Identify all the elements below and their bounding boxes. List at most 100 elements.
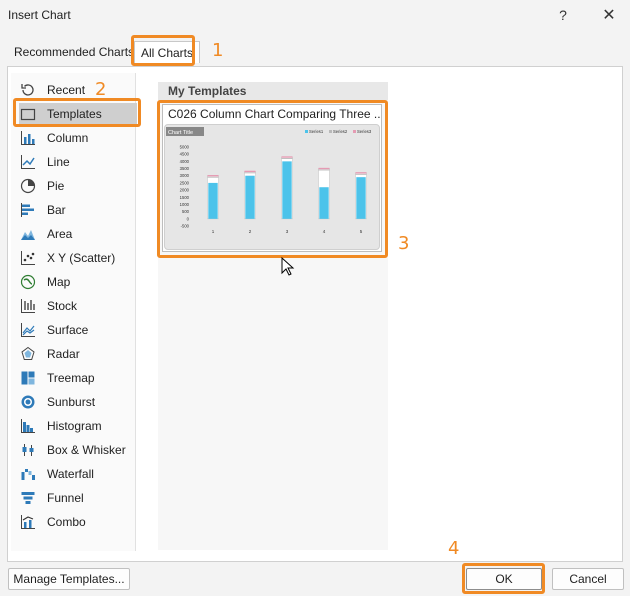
sidebar-item-column[interactable]: Column — [19, 127, 137, 149]
step-number-3: 3 — [398, 233, 410, 254]
y-tick-label: 500 — [182, 209, 190, 214]
bar-series1 — [245, 175, 255, 219]
sidebar-item-label: Combo — [47, 515, 86, 529]
sidebar-item-label: Sunburst — [47, 395, 96, 409]
x-tick-label: 4 — [323, 229, 326, 234]
sidebar-item-line[interactable]: Line — [19, 151, 137, 173]
tab-recommended-charts[interactable]: Recommended Charts — [10, 41, 138, 63]
sidebar-item-label: Treemap — [47, 371, 95, 385]
sidebar-item-stock[interactable]: Stock — [19, 295, 137, 317]
mouse-cursor-icon — [281, 257, 295, 276]
bar-series1 — [356, 177, 366, 219]
sidebar-item-pie[interactable]: Pie — [19, 175, 137, 197]
sunburst-chart-icon — [19, 393, 37, 411]
sidebar-item-map[interactable]: Map — [19, 271, 137, 293]
step-number-1: 1 — [212, 40, 224, 61]
sidebar-item-radar[interactable]: Radar — [19, 343, 137, 365]
bar-series1 — [319, 187, 329, 219]
bars — [207, 156, 367, 220]
column-chart-icon — [19, 129, 37, 147]
thumbnail-chart: Chart Title Series1 Series2 Series3 500 0 4 5… — [166, 127, 372, 234]
x-tick-label: 5 — [360, 229, 363, 234]
line-chart-icon — [19, 153, 37, 171]
chart-title: Chart Title — [168, 130, 193, 136]
x-axis: 1 2 3 4 5 — [212, 229, 363, 234]
title-bar: Insert Chart ? ✕ — [0, 0, 630, 30]
sidebar-item-funnel[interactable]: Funnel — [19, 487, 137, 509]
sidebar-item-label: Templates — [47, 107, 102, 121]
close-icon[interactable]: ✕ — [595, 4, 623, 26]
y-axis: 5000450040003500300025002000150010005000… — [180, 145, 190, 229]
legend-label: Series1 — [309, 129, 324, 134]
sidebar-item-treemap[interactable]: Treemap — [19, 367, 137, 389]
sidebar-item-sunburst[interactable]: Sunburst — [19, 391, 137, 413]
x-tick-label: 3 — [286, 229, 289, 234]
waterfall-chart-icon — [19, 465, 37, 483]
legend-label: Series2 — [333, 129, 348, 134]
sidebar-item-label: Surface — [47, 323, 89, 337]
sidebar-item-label: Radar — [47, 347, 80, 361]
cancel-button[interactable]: Cancel — [552, 568, 624, 590]
sidebar-item-label: Bar — [47, 203, 66, 217]
tab-all-charts[interactable]: All Charts — [134, 41, 201, 63]
y-tick-label: 2000 — [180, 188, 190, 193]
treemap-chart-icon — [19, 369, 37, 387]
y-tick-label: 3500 — [180, 166, 190, 171]
stock-chart-icon — [19, 297, 37, 315]
sidebar-item-combo[interactable]: Combo — [19, 511, 137, 533]
sidebar-item-area[interactable]: Area — [19, 223, 137, 245]
y-tick-label: -500 — [181, 224, 190, 229]
y-tick-label: 0 — [187, 216, 190, 221]
sidebar-item-label: Line — [47, 155, 70, 169]
sidebar-item-label: Column — [47, 131, 89, 145]
x-tick-label: 1 — [212, 229, 215, 234]
legend-swatch — [305, 130, 308, 133]
sidebar-item-label: Recent — [47, 83, 86, 97]
combo-chart-icon — [19, 513, 37, 531]
sidebar-item-scatter[interactable]: X Y (Scatter) — [19, 247, 137, 269]
sidebar-item-label: Area — [47, 227, 73, 241]
sidebar-item-templates[interactable]: Templates — [19, 103, 137, 125]
radar-chart-icon — [19, 345, 37, 363]
y-tick-label: 1000 — [180, 202, 190, 207]
section-title: My Templates — [158, 82, 388, 100]
funnel-chart-icon — [19, 489, 37, 507]
sidebar-item-label: X Y (Scatter) — [47, 251, 116, 265]
template-thumbnail[interactable]: Chart Title Series1 Series2 Series3 500 0 4 5… — [164, 124, 380, 250]
bar-series1 — [208, 182, 218, 219]
bar-chart-icon — [19, 201, 37, 219]
ok-button[interactable]: OK — [466, 568, 542, 590]
y-tick-label: 2500 — [180, 180, 190, 185]
x-tick-label: 2 — [249, 229, 252, 234]
sidebar-item-label: Stock — [47, 299, 78, 313]
legend-swatch — [329, 130, 332, 133]
legend-label: Series3 — [357, 129, 372, 134]
sidebar-item-label: Pie — [47, 179, 65, 193]
template-name: C026 Column Chart Comparing Three ... — [168, 107, 380, 121]
manage-templates-button[interactable]: Manage Templates... — [8, 568, 130, 590]
map-chart-icon — [19, 273, 37, 291]
chart-legend: Series1 Series2 Series3 — [305, 129, 372, 134]
area-chart-icon — [19, 225, 37, 243]
sidebar-item-surface[interactable]: Surface — [19, 319, 137, 341]
box-whisker-chart-icon — [19, 441, 37, 459]
step-number-2: 2 — [95, 79, 107, 100]
recent-icon — [19, 81, 37, 99]
sidebar-item-waterfall[interactable]: Waterfall — [19, 463, 137, 485]
sidebar-item-box-whisker[interactable]: Box & Whisker — [19, 439, 137, 461]
window-title: Insert Chart — [8, 8, 71, 22]
surface-chart-icon — [19, 321, 37, 339]
chart-type-list: Recent Templates Column Line Pie Bar Are… — [11, 73, 137, 551]
sidebar-item-label: Histogram — [47, 419, 102, 433]
pie-chart-icon — [19, 177, 37, 195]
help-icon[interactable]: ? — [549, 4, 577, 26]
sidebar-item-recent[interactable]: Recent — [19, 79, 137, 101]
sidebar-item-label: Waterfall — [47, 467, 94, 481]
sidebar-item-bar[interactable]: Bar — [19, 199, 137, 221]
sidebar-item-histogram[interactable]: Histogram — [19, 415, 137, 437]
scatter-chart-icon — [19, 249, 37, 267]
y-tick-label: 4000 — [180, 159, 190, 164]
y-tick-label: 1500 — [180, 195, 190, 200]
sidebar-item-label: Funnel — [47, 491, 84, 505]
sidebar-item-label: Box & Whisker — [47, 443, 126, 457]
